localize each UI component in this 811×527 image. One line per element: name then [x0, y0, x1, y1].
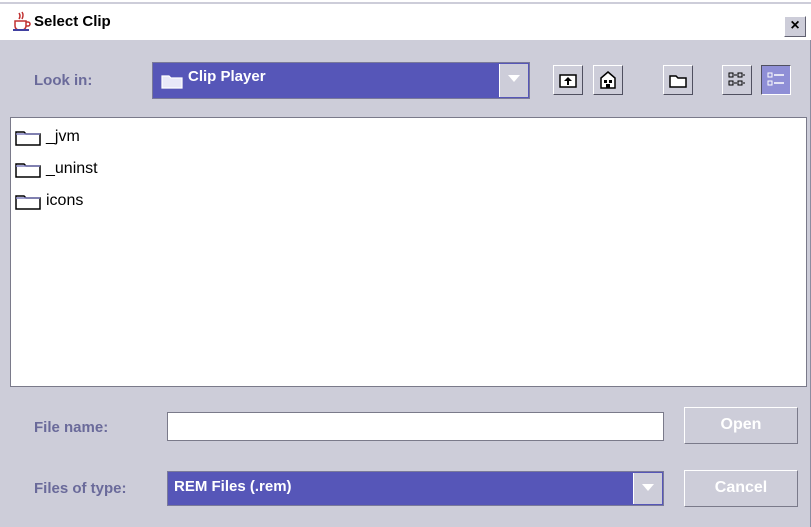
java-cup-icon — [11, 11, 31, 31]
home-icon — [600, 71, 616, 89]
look-in-label: Look in: — [34, 72, 93, 89]
file-list[interactable]: _jvm _uninst icons — [10, 117, 807, 387]
file-name: _uninst — [46, 160, 98, 177]
file-name: icons — [46, 192, 84, 209]
folder-icon — [15, 131, 41, 146]
new-folder-icon — [669, 75, 687, 88]
folder-icon — [15, 195, 41, 210]
up-folder-icon — [559, 74, 577, 88]
home-button[interactable] — [593, 65, 623, 95]
file-name: _jvm — [46, 128, 80, 145]
list-view-icon — [728, 72, 745, 86]
folder-icon — [15, 163, 41, 178]
details-view-icon — [767, 72, 784, 86]
chevron-down-icon[interactable] — [633, 473, 662, 504]
file-chooser-dialog: Select Clip × Look in: Clip Player _jvm … — [0, 0, 811, 527]
up-one-level-button[interactable] — [553, 65, 583, 95]
files-of-type-label: Files of type: — [34, 480, 127, 497]
file-name-label: File name: — [34, 419, 109, 436]
title-bar-background — [4, 4, 807, 40]
file-name-input[interactable] — [167, 412, 664, 441]
cancel-button[interactable]: Cancel — [684, 470, 798, 507]
files-of-type-value: REM Files (.rem) — [174, 478, 292, 495]
details-view-button[interactable] — [761, 65, 791, 95]
files-of-type-combo[interactable]: REM Files (.rem) — [167, 471, 664, 506]
look-in-value: Clip Player — [188, 68, 266, 85]
chevron-down-icon[interactable] — [499, 64, 528, 97]
close-button[interactable]: × — [784, 16, 806, 37]
look-in-combo[interactable]: Clip Player — [152, 62, 530, 99]
folder-icon — [161, 75, 183, 89]
list-view-button[interactable] — [722, 65, 752, 95]
window-title: Select Clip — [34, 13, 111, 30]
new-folder-button[interactable] — [663, 65, 693, 95]
open-button[interactable]: Open — [684, 407, 798, 444]
title-bar[interactable]: Select Clip × — [0, 0, 811, 40]
